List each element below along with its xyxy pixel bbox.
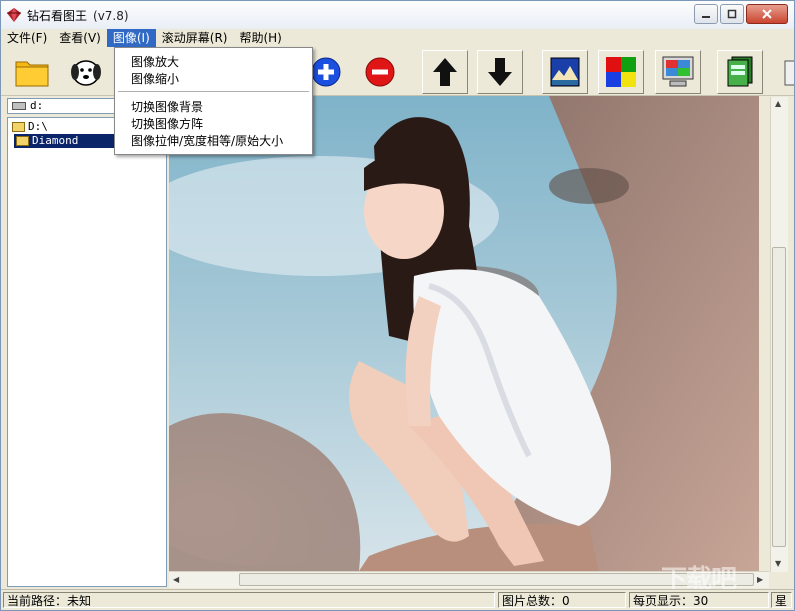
zoom-out-icon xyxy=(365,57,395,87)
landscape-icon xyxy=(550,57,580,87)
menu-item-zoom-out[interactable]: 图像缩小 xyxy=(131,70,179,87)
vertical-scroll-thumb[interactable] xyxy=(772,247,786,547)
color-grid-icon xyxy=(606,57,636,87)
image-menu-dropdown: 图像放大 图像缩小 切换图像背景 切换图像方阵 图像拉伸/宽度相等/原始大小 xyxy=(114,47,313,155)
status-per-page: 每页显示：30 xyxy=(629,592,769,608)
zoom-out-button[interactable] xyxy=(357,50,403,94)
label-pages-button[interactable] xyxy=(717,50,763,94)
window-controls xyxy=(694,4,788,24)
vertical-scrollbar[interactable]: ▲ ▼ xyxy=(770,97,788,572)
drive-icon xyxy=(12,102,26,110)
maximize-icon xyxy=(727,9,737,19)
up-arrow-icon xyxy=(433,58,457,86)
maximize-button[interactable] xyxy=(720,4,744,24)
minimize-icon xyxy=(702,16,710,18)
background-color-button[interactable] xyxy=(598,50,644,94)
status-bar: 当前路径：未知 图片总数：0 每页显示：30 星 xyxy=(1,589,794,610)
slideshow-button[interactable] xyxy=(542,50,588,94)
previous-button[interactable] xyxy=(422,50,468,94)
menu-item-switch-matrix[interactable]: 切换图像方阵 xyxy=(131,115,203,132)
status-total: 图片总数：0 xyxy=(498,592,626,608)
minimize-button[interactable] xyxy=(694,4,718,24)
open-folder-icon xyxy=(12,122,25,132)
fullscreen-button[interactable] xyxy=(655,50,701,94)
menu-scroll-screen[interactable]: 滚动屏幕(R) xyxy=(156,29,234,47)
photo-girl-on-rocks xyxy=(169,96,759,571)
status-path: 当前路径：未知 xyxy=(3,592,495,608)
close-button[interactable] xyxy=(746,4,788,24)
monitor-icon xyxy=(662,56,694,87)
app-window: 钻石看图王 (v7.8) 文件(F) 查看(V) 图像(I) 滚动屏幕(R) 帮助… xyxy=(0,0,795,611)
down-arrow-icon xyxy=(488,58,512,86)
scroll-up-icon[interactable]: ▲ xyxy=(775,99,781,108)
dog-icon xyxy=(71,60,101,86)
tree-item-root[interactable]: D:\ xyxy=(10,120,48,134)
menu-item-stretch-size[interactable]: 图像拉伸/宽度相等/原始大小 xyxy=(131,132,283,149)
menu-help[interactable]: 帮助(H) xyxy=(233,29,287,47)
menu-separator xyxy=(118,91,309,92)
more-toolbar-button[interactable] xyxy=(775,50,794,94)
scroll-right-icon[interactable]: ▶ xyxy=(757,575,763,584)
drive-label: d: xyxy=(30,99,44,112)
page-icon xyxy=(784,60,794,86)
menu-image[interactable]: 图像(I) xyxy=(106,29,156,47)
open-folder-button[interactable] xyxy=(9,50,55,94)
folder-tree[interactable]: D:\ Diamond xyxy=(7,117,167,587)
status-extra: 星 xyxy=(771,592,792,608)
menu-item-zoom-in[interactable]: 图像放大 xyxy=(131,53,179,70)
zoom-in-icon xyxy=(311,57,341,87)
window-title: 钻石看图王 (v7.8) xyxy=(27,9,129,23)
scroll-left-icon[interactable]: ◀ xyxy=(173,575,179,584)
menu-view[interactable]: 查看(V) xyxy=(53,29,107,47)
label-pages-icon xyxy=(727,56,753,87)
next-button[interactable] xyxy=(477,50,523,94)
close-icon xyxy=(762,9,772,19)
menu-file[interactable]: 文件(F) xyxy=(1,29,53,47)
scroll-down-icon[interactable]: ▼ xyxy=(775,559,781,568)
diamond-app-icon xyxy=(7,8,21,22)
menu-item-switch-background[interactable]: 切换图像背景 xyxy=(131,98,203,115)
open-folder-icon xyxy=(16,136,29,146)
title-bar[interactable]: 钻石看图王 (v7.8) xyxy=(1,1,794,30)
dog-button[interactable] xyxy=(63,50,109,94)
open-folder-icon xyxy=(15,61,49,87)
menu-bar: 文件(F) 查看(V) 图像(I) 滚动屏幕(R) 帮助(H) xyxy=(1,29,794,47)
image-viewer[interactable] xyxy=(169,96,759,571)
